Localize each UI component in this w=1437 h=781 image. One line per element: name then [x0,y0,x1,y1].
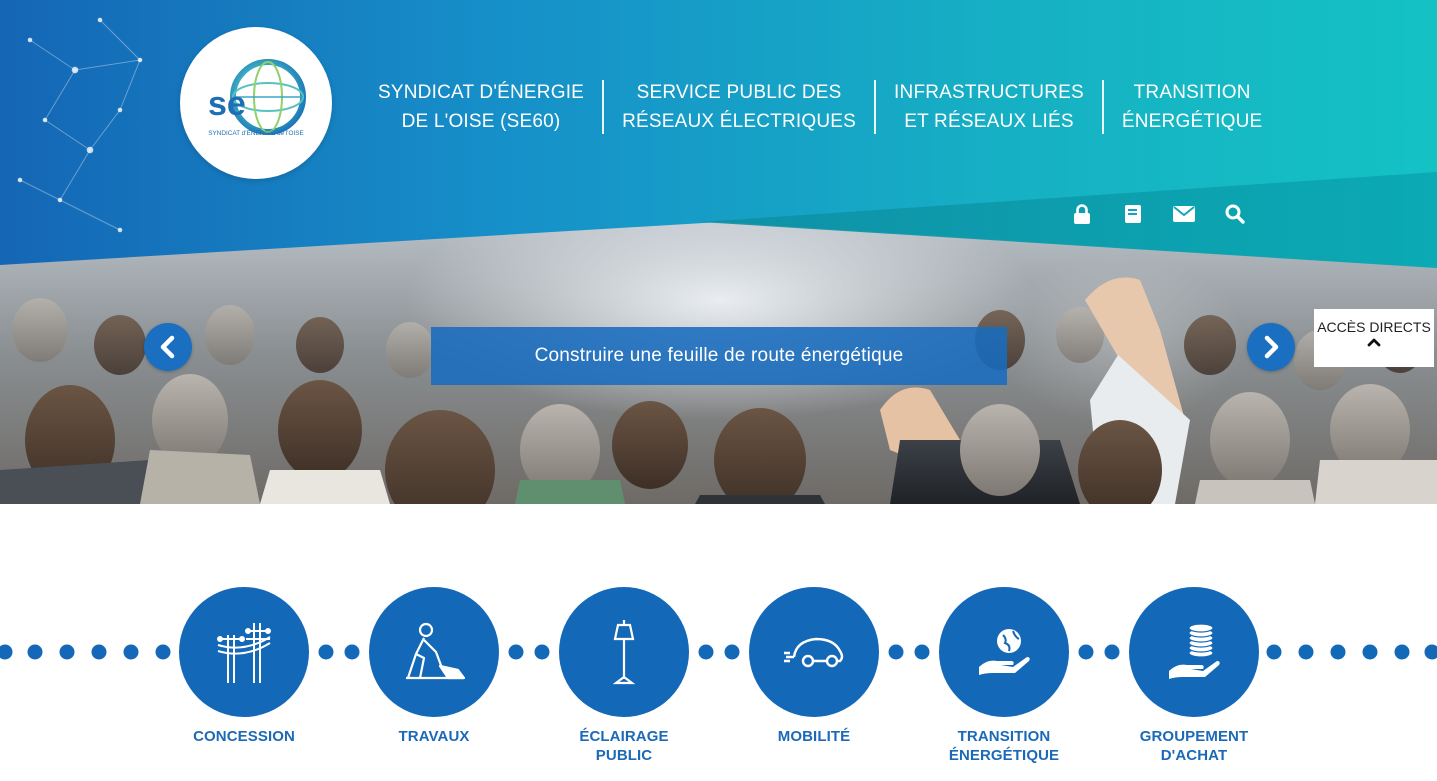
street-lamp-icon [612,620,636,685]
service-circle [179,587,309,717]
nav-item-transition[interactable]: TRANSITION ÉNERGÉTIQUE [1101,80,1281,134]
se60-logo[interactable]: se SYNDICAT d'ENERGIE de l'OISE [180,27,332,179]
main-navigation: SYNDICAT D'ÉNERGIE DE L'OISE (SE60) SERVI… [360,80,1280,134]
nav-item-infrastructures[interactable]: INFRASTRUCTURES ET RÉSEAUX LIÉS [874,80,1102,134]
power-line-icon [217,623,271,683]
globe-hand-icon [979,629,1030,675]
nav-item-line: ET RÉSEAUX LIÉS [904,111,1074,132]
nav-item-line: SYNDICAT D'ÉNERGIE [378,82,585,103]
slider-prev-button[interactable] [144,323,192,371]
service-label: TRANSITION ÉNERGÉTIQUE [924,727,1084,765]
nav-item-line: ÉNERGÉTIQUE [1121,111,1263,132]
service-circle [369,587,499,717]
worker-digging-icon [406,622,466,680]
service-circle [559,587,689,717]
service-concession[interactable]: CONCESSION [179,587,309,746]
book-icon[interactable] [1121,202,1145,226]
service-circle [1129,587,1259,717]
electric-car-icon [784,637,844,668]
nav-item-line: TRANSITION [1133,82,1251,103]
chevron-right-icon [1264,335,1279,359]
nav-item-line: DE L'OISE (SE60) [401,111,561,132]
service-transition-energetique[interactable]: TRANSITION ÉNERGÉTIQUE [939,587,1069,765]
services-section: CONCESSION TRAVAUX ÉCLAIRAGE PUBLIC MOBI… [0,504,1437,781]
service-circle [749,587,879,717]
service-label-line: PUBLIC [595,747,653,764]
logo-graphic: se SYNDICAT d'ENERGIE de l'OISE [208,59,306,137]
service-label-line: D'ACHAT [1160,747,1228,764]
coins-hand-icon [1169,623,1220,679]
nav-item-line: RÉSEAUX ÉLECTRIQUES [622,111,857,132]
service-label-line: CONCESSION [193,728,295,745]
service-label-line: TRAVAUX [398,728,470,745]
service-label: MOBILITÉ [734,727,894,746]
service-label: TRAVAUX [354,727,514,746]
chevron-up-icon [1367,338,1381,347]
service-mobilite[interactable]: MOBILITÉ [749,587,879,746]
svg-text:SYNDICAT d'ENERGIE de l'OISE: SYNDICAT d'ENERGIE de l'OISE [208,130,304,137]
utility-icons [1070,202,1247,226]
service-label-line: ÉCLAIRAGE [579,728,669,745]
service-label: CONCESSION [164,727,324,746]
service-label-line: ÉNERGÉTIQUE [948,747,1060,764]
slider-caption[interactable]: Construire une feuille de route énergéti… [431,327,1007,385]
lock-icon[interactable] [1070,202,1094,226]
slider-next-button[interactable] [1247,323,1295,371]
service-circle [939,587,1069,717]
service-eclairage-public[interactable]: ÉCLAIRAGE PUBLIC [559,587,689,765]
nav-item-service-public[interactable]: SERVICE PUBLIC DES RÉSEAUX ÉLECTRIQUES [602,80,874,134]
svg-text:se: se [208,85,246,123]
hero: se SYNDICAT d'ENERGIE de l'OISE SYNDICAT… [0,0,1437,504]
service-label: GROUPEMENT D'ACHAT [1114,727,1274,765]
service-label-line: TRANSITION [957,728,1051,745]
acces-directs-toggle[interactable]: ACCÈS DIRECTS [1314,309,1434,367]
nav-item-line: SERVICE PUBLIC DES [636,82,842,103]
chevron-left-icon [160,335,175,359]
envelope-icon[interactable] [1172,202,1196,226]
service-groupement-achat[interactable]: GROUPEMENT D'ACHAT [1129,587,1259,765]
nav-item-line: INFRASTRUCTURES [894,82,1084,103]
acces-directs-label: ACCÈS DIRECTS [1317,319,1431,335]
service-travaux[interactable]: TRAVAUX [369,587,499,746]
nav-item-syndicat[interactable]: SYNDICAT D'ÉNERGIE DE L'OISE (SE60) [360,80,602,134]
service-label-line: MOBILITÉ [777,728,851,745]
service-label-line: GROUPEMENT [1139,728,1249,745]
service-label: ÉCLAIRAGE PUBLIC [544,727,704,765]
search-icon[interactable] [1223,202,1247,226]
